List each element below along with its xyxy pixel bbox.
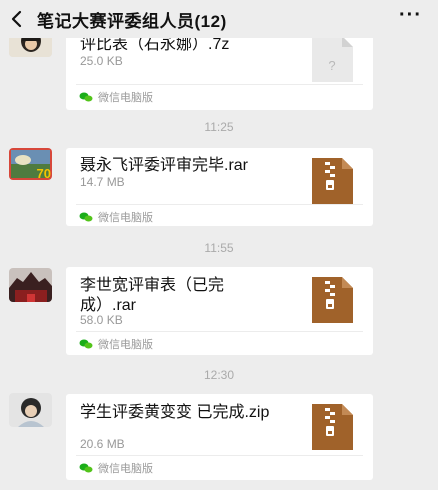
file-size: 14.7 MB <box>80 175 125 189</box>
file-message-card[interactable]: 聂永飞评委评审完毕.rar 14.7 MB 微信电脑版 <box>66 148 373 226</box>
timestamp: 11:55 <box>204 241 234 255</box>
file-size: 58.0 KB <box>80 313 123 327</box>
card-divider <box>76 204 363 205</box>
wechat-icon <box>79 339 93 349</box>
avatar-badge: 70 <box>36 166 51 180</box>
avatar[interactable]: 70 <box>9 148 52 180</box>
file-name: 学生评委黄变变 已完成.zip <box>80 404 270 421</box>
card-divider <box>76 331 363 332</box>
chat-title: 笔记大赛评委组人员(12) <box>37 12 227 31</box>
file-name: 聂永飞评委评审完毕.rar <box>80 157 249 174</box>
file-message-card[interactable]: 学生评委黄变变 已完成.zip 20.6 MB 微信电脑版 <box>66 394 373 480</box>
timestamp: 12:30 <box>203 368 235 382</box>
source-label: 微信电脑版 <box>79 460 153 476</box>
unknown-file-icon: ? <box>312 36 353 82</box>
file-size: 20.6 MB <box>80 437 125 451</box>
back-arrow-icon[interactable] <box>7 7 27 31</box>
card-divider <box>76 84 363 85</box>
wechat-icon <box>79 463 93 473</box>
source-label: 微信电脑版 <box>79 336 153 352</box>
more-options-button[interactable]: ··· <box>399 4 422 27</box>
file-size: 25.0 KB <box>80 54 123 68</box>
file-message-card[interactable]: 李世宽评审表（已完成）.rar 58.0 KB 微信电脑版 <box>66 267 373 355</box>
timestamp: 11:25 <box>204 120 234 134</box>
zip-file-icon <box>312 404 353 450</box>
file-name: 李世宽评审表（已完成）.rar <box>80 277 225 314</box>
svg-text:?: ? <box>328 58 335 73</box>
source-label: 微信电脑版 <box>79 209 153 225</box>
wechat-icon <box>79 92 93 102</box>
avatar[interactable] <box>9 268 52 302</box>
wechat-icon <box>79 212 93 222</box>
zip-file-icon <box>312 277 353 323</box>
source-label: 微信电脑版 <box>79 89 153 105</box>
card-divider <box>76 455 363 456</box>
avatar[interactable] <box>9 393 52 427</box>
file-name: 评比表（石永娜）.7z <box>80 36 230 53</box>
chat-area: 笔记大赛评委组人员(12) ··· 评比表（石永娜）.7z 25.0 KB ? … <box>0 0 438 490</box>
zip-file-icon <box>312 158 353 204</box>
chat-header: 笔记大赛评委组人员(12) ··· <box>0 0 438 38</box>
